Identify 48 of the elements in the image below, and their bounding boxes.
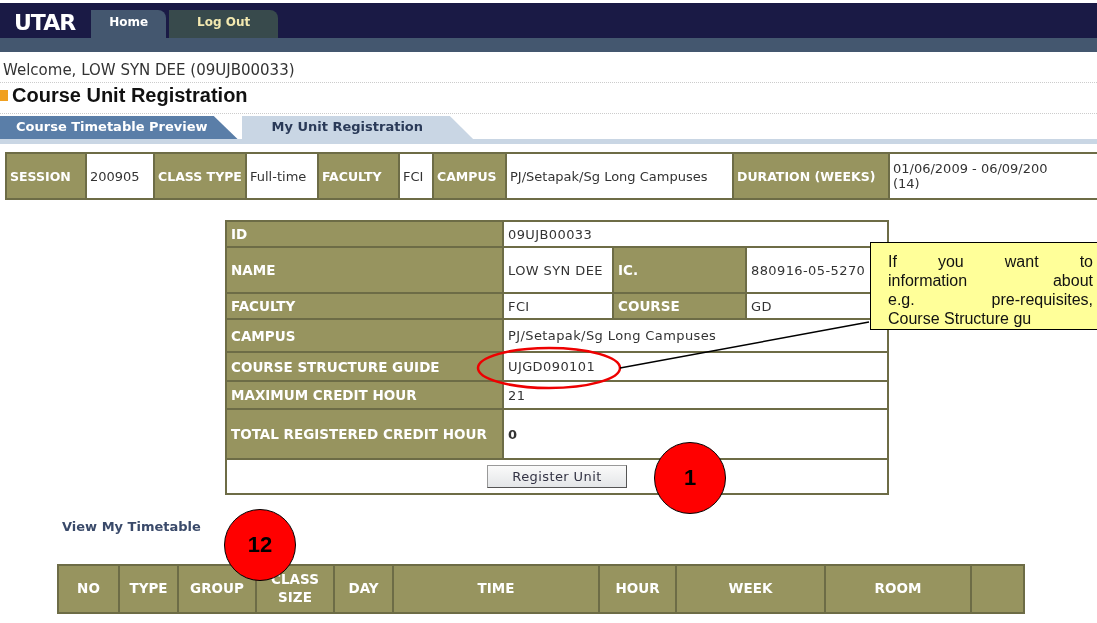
column-header: TIME	[393, 565, 599, 613]
field-label: ID	[226, 221, 503, 247]
field-label: TOTAL REGISTERED CREDIT HOUR	[226, 409, 503, 459]
info-value: FCI	[399, 153, 433, 199]
callout-text: information about	[888, 271, 1093, 290]
info-label: CLASS TYPE	[154, 153, 246, 199]
info-label: DURATION (WEEKS)	[733, 153, 889, 199]
column-header: NO	[58, 565, 119, 613]
nav-tab[interactable]: Home	[91, 10, 167, 38]
field-value: 09UJB00033	[503, 221, 888, 247]
field-label: NAME	[226, 247, 503, 293]
field-label: FACULTY	[226, 293, 503, 319]
column-header	[971, 565, 1024, 613]
info-label: CAMPUS	[433, 153, 506, 199]
info-label: FACULTY	[318, 153, 399, 199]
column-header: ROOM	[825, 565, 971, 613]
field-value: 0	[503, 409, 888, 459]
callout-text: If you want to	[888, 252, 1093, 271]
column-header: TYPE	[119, 565, 178, 613]
field-value: LOW SYN DEE	[503, 247, 613, 293]
field-value: 21	[503, 381, 888, 409]
column-header: HOUR	[599, 565, 676, 613]
register-unit-button[interactable]: Register Unit	[487, 465, 627, 488]
info-value: 01/06/2009 - 06/09/200 (14)	[889, 153, 1097, 199]
info-value: 200905	[86, 153, 154, 199]
logo: UTAR	[14, 9, 76, 35]
page-title: Course Unit Registration	[12, 84, 248, 107]
info-value: PJ/Setapak/Sg Long Campuses	[506, 153, 733, 199]
column-header: WEEK	[676, 565, 825, 613]
callout-text: e.g. pre-requisites,	[888, 290, 1093, 309]
welcome-text: Welcome, LOW SYN DEE (09UJB00033)	[3, 61, 296, 79]
field-label: IC.	[613, 247, 746, 293]
bullet-icon	[0, 90, 8, 101]
field-label: COURSE STRUCTURE GUIDE	[226, 352, 503, 381]
nav-tab[interactable]: Log Out	[169, 10, 279, 38]
field-value: FCI	[503, 293, 613, 319]
page-tab[interactable]: My Unit Registration	[241, 116, 474, 139]
column-header: GROUP	[178, 565, 256, 613]
callout-text: Course Structure gu	[888, 309, 1033, 328]
info-value: Full-time	[246, 153, 318, 199]
column-header: DAY	[334, 565, 393, 613]
field-label: COURSE	[613, 293, 746, 319]
field-label: MAXIMUM CREDIT HOUR	[226, 381, 503, 409]
field-label: CAMPUS	[226, 319, 503, 352]
field-value: UJGD090101	[503, 352, 888, 381]
info-label: SESSION	[6, 153, 86, 199]
page-tab[interactable]: Course Timetable Preview	[0, 116, 238, 139]
view-timetable-link[interactable]: View My Timetable	[62, 519, 201, 534]
